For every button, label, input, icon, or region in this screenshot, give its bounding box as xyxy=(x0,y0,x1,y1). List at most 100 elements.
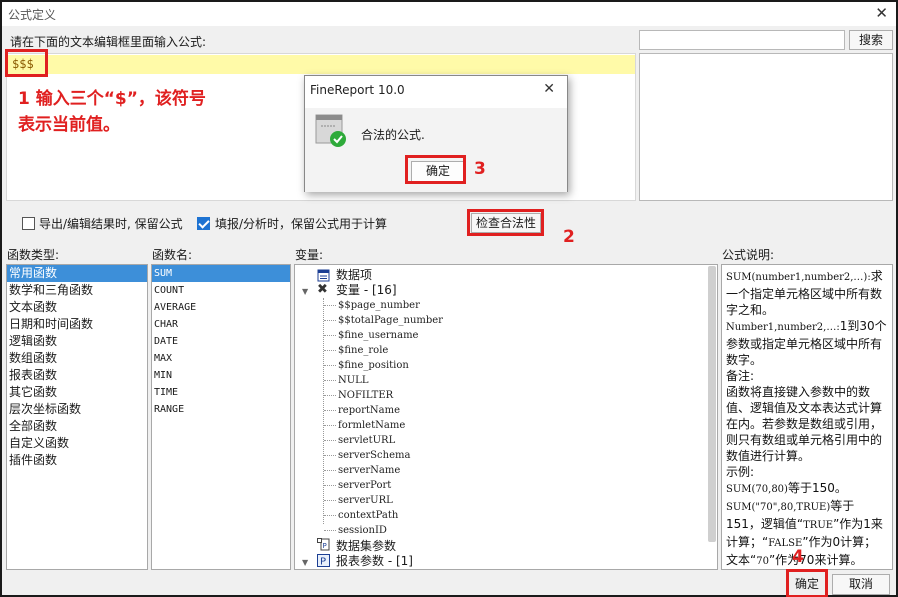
tree-guide-line xyxy=(324,440,336,441)
chevron-down-icon[interactable]: ▼ xyxy=(302,287,308,296)
annotation-box-ok xyxy=(786,569,828,597)
tree-item-variable[interactable]: $fine_username xyxy=(338,328,418,343)
tree-guide-line xyxy=(324,515,336,516)
export-keep-formula-label: 导出/编辑结果时, 保留公式 xyxy=(39,217,183,231)
desc-ex1: SUM(70,80) xyxy=(726,484,788,495)
annotation-box-check xyxy=(467,209,544,236)
tree-guide-line xyxy=(324,485,336,486)
tree-item-variable[interactable]: serverName xyxy=(338,463,400,478)
annotation-step-2: 2 xyxy=(563,227,575,247)
tree-guide-line xyxy=(324,530,336,531)
tree-item-variable[interactable]: contextPath xyxy=(338,508,398,523)
tree-item-variable[interactable]: NULL xyxy=(338,373,368,388)
list-item[interactable]: MAX xyxy=(152,350,290,367)
list-item[interactable]: MIN xyxy=(152,367,290,384)
variable-label: 变量: xyxy=(295,248,324,262)
function-type-label: 函数类型: xyxy=(7,248,60,262)
tree-item-variable[interactable]: sessionID xyxy=(338,523,387,538)
close-icon[interactable]: ✕ xyxy=(875,4,888,22)
svg-text:P: P xyxy=(320,557,326,568)
report-param-icon: P xyxy=(317,554,330,567)
tree-guide-line xyxy=(323,298,324,524)
list-item[interactable]: CHAR xyxy=(152,316,290,333)
list-item[interactable]: 自定义函数 xyxy=(7,435,147,452)
formula-description: SUM(number1,number2,…):求一个指定单元格区域中所有数字之和… xyxy=(721,264,893,570)
annotation-box-dialog-ok xyxy=(405,155,466,184)
tree-guide-line xyxy=(324,365,336,366)
dataset-param-icon: P xyxy=(317,538,330,551)
window-title: 公式定义 xyxy=(8,8,57,22)
function-name-label: 函数名: xyxy=(152,248,193,262)
desc-ex2-num: 70 xyxy=(756,556,769,567)
list-item[interactable]: AVERAGE xyxy=(152,299,290,316)
tree-guide-line xyxy=(324,425,336,426)
list-item[interactable]: 报表函数 xyxy=(7,367,147,384)
function-name-list[interactable]: SUM COUNT AVERAGE CHAR DATE MAX MIN TIME… xyxy=(151,264,291,570)
tree-guide-line xyxy=(324,350,336,351)
list-item[interactable]: 数组函数 xyxy=(7,350,147,367)
tree-guide-line xyxy=(324,305,336,306)
desc-ex2: SUM("70",80,TRUE) xyxy=(726,502,831,513)
list-item[interactable]: 全部函数 xyxy=(7,418,147,435)
tree-item-variables[interactable]: 变量 - [16] xyxy=(336,283,397,298)
table-icon xyxy=(317,269,330,282)
tree-item-variable[interactable]: NOFILTER xyxy=(338,388,393,403)
tree-item-variable[interactable]: serverPort xyxy=(338,478,391,493)
fill-keep-formula-checkbox[interactable] xyxy=(197,217,210,230)
tree-item-variable[interactable]: servletURL xyxy=(338,433,395,448)
tree-guide-line xyxy=(324,380,336,381)
dialog-title: FineReport 10.0 xyxy=(310,83,405,97)
list-item[interactable]: TIME xyxy=(152,384,290,401)
chevron-down-icon[interactable]: ▼ xyxy=(302,558,308,567)
list-item[interactable]: 层次坐标函数 xyxy=(7,401,147,418)
list-item[interactable]: 其它函数 xyxy=(7,384,147,401)
list-item[interactable]: RANGE xyxy=(152,401,290,418)
svg-text:P: P xyxy=(323,542,327,550)
list-item[interactable]: SUM xyxy=(152,265,290,282)
annotation-step-3: 3 xyxy=(474,159,486,179)
function-type-list[interactable]: 常用函数 数学和三角函数 文本函数 日期和时间函数 逻辑函数 数组函数 报表函数… xyxy=(6,264,148,570)
search-results-panel[interactable] xyxy=(639,53,893,201)
tree-item-data-items[interactable]: 数据项 xyxy=(336,268,372,283)
list-item[interactable]: DATE xyxy=(152,333,290,350)
list-item[interactable]: 数学和三角函数 xyxy=(7,282,147,299)
title-bar: 公式定义 ✕ xyxy=(2,2,896,26)
variable-tree-scrollbar[interactable] xyxy=(708,266,716,542)
annotation-box-formula xyxy=(5,49,48,77)
tree-item-variable[interactable]: $fine_position xyxy=(338,358,409,373)
desc-ex1-result: 等于150。 xyxy=(787,481,847,495)
desc-ex2-num-text: ”作为70来计算。 xyxy=(768,553,863,567)
tree-item-variable[interactable]: reportName xyxy=(338,403,400,418)
tree-guide-line xyxy=(324,335,336,336)
tree-guide-line xyxy=(324,320,336,321)
list-item[interactable]: COUNT xyxy=(152,282,290,299)
tree-item-report-params[interactable]: 报表参数 - [1] xyxy=(336,554,413,569)
tree-item-dataset-params[interactable]: 数据集参数 xyxy=(336,539,396,554)
list-item[interactable]: 逻辑函数 xyxy=(7,333,147,350)
annotation-step-1: 1 输入三个“$”，该符号表示当前值。 xyxy=(18,89,206,135)
tree-guide-line xyxy=(324,410,336,411)
tree-item-variable[interactable]: serverSchema xyxy=(338,448,410,463)
tree-item-variable[interactable]: $$page_number xyxy=(338,298,420,313)
tree-item-variable[interactable]: formletName xyxy=(338,418,405,433)
tree-guide-line xyxy=(324,500,336,501)
desc-syntax: SUM(number1,number2,…): xyxy=(726,272,871,283)
tree-item-variable[interactable]: $fine_role xyxy=(338,343,388,358)
export-keep-formula-checkbox[interactable] xyxy=(22,217,35,230)
search-input[interactable] xyxy=(639,30,845,50)
tree-item-variable[interactable]: serverURL xyxy=(338,493,393,508)
list-item[interactable]: 插件函数 xyxy=(7,452,147,469)
description-label: 公式说明: xyxy=(722,248,775,262)
desc-note: 函数将直接键入参数中的数值、逻辑值及文本表达式计算在内。若参数是数组或引用，则只… xyxy=(726,385,883,463)
cancel-button[interactable]: 取消 xyxy=(832,574,890,595)
search-button[interactable]: 搜索 xyxy=(849,30,893,50)
tree-guide-line xyxy=(324,455,336,456)
variable-tree[interactable]: 数据项 ▼ ✖ 变量 - [16] P 数据集参数 ▼ P 报表参数 - [1]… xyxy=(294,264,718,570)
list-item[interactable]: 文本函数 xyxy=(7,299,147,316)
variable-icon: ✖ xyxy=(317,282,328,297)
dialog-close-icon[interactable]: ✕ xyxy=(543,81,555,97)
list-item[interactable]: 日期和时间函数 xyxy=(7,316,147,333)
desc-example-label: 示例: xyxy=(726,465,755,479)
tree-item-variable[interactable]: $$totalPage_number xyxy=(338,313,443,328)
list-item[interactable]: 常用函数 xyxy=(7,265,147,282)
